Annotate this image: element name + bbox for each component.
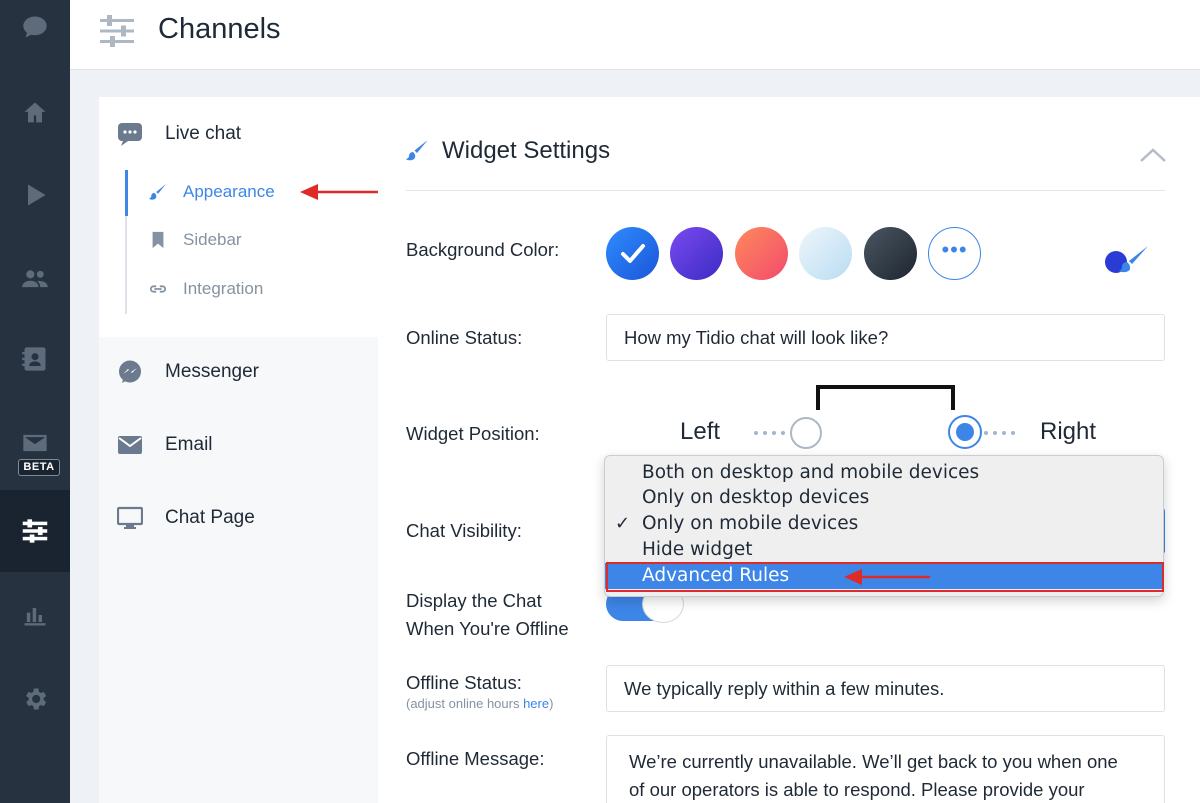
- app-rail: BETA: [0, 0, 70, 803]
- position-left-label: Left: [680, 418, 721, 445]
- nav-appearance-label: Appearance: [183, 182, 275, 201]
- offline-status-label-text: Offline Status:: [406, 672, 522, 693]
- annotation-arrow: [844, 569, 930, 585]
- offline-status-input[interactable]: We typically reply within a few minutes.: [606, 665, 1165, 712]
- swatch-light-blue[interactable]: [799, 227, 852, 280]
- check-icon: [621, 244, 645, 263]
- monitor-icon: [117, 506, 143, 529]
- play-icon[interactable]: [0, 154, 70, 236]
- section-title: Widget Settings: [442, 137, 611, 164]
- check-icon: ✓: [615, 513, 631, 534]
- envelope-icon: [118, 436, 142, 454]
- nav-email-label: Email: [165, 434, 213, 455]
- offline-hours-hint: (adjust online hours here): [406, 697, 553, 711]
- divider: [406, 190, 1165, 191]
- nav-live-chat[interactable]: Live chat: [117, 121, 241, 147]
- widget-settings-panel: Widget Settings Background Color: ••• On…: [378, 97, 1200, 803]
- dropdown-option-mobile[interactable]: ✓ Only on mobile devices: [605, 511, 1163, 537]
- brush-icon: [406, 141, 427, 161]
- dropdown-option-both[interactable]: Both on desktop and mobile devices: [605, 460, 1163, 486]
- custom-color-brush-icon[interactable]: [1102, 242, 1152, 278]
- visitors-icon[interactable]: [0, 238, 70, 320]
- radio-dot: [956, 423, 974, 441]
- nav-messenger-label: Messenger: [165, 361, 259, 382]
- offline-message-line1: We’re currently unavailable. We’ll get b…: [629, 751, 1118, 772]
- offline-hours-hint-text: (adjust online hours: [406, 696, 524, 711]
- dropdown-option-desktop[interactable]: Only on desktop devices: [605, 485, 1163, 511]
- offline-message-label: Offline Message:: [406, 748, 545, 769]
- widget-position-label: Widget Position:: [406, 423, 540, 444]
- swatch-blue[interactable]: [606, 227, 659, 280]
- section-header: Widget Settings: [406, 137, 610, 165]
- online-status-input[interactable]: How my Tidio chat will look like?: [606, 314, 1165, 361]
- nav-integration-label: Integration: [183, 279, 264, 298]
- display-offline-label: Display the Chat When You're Offline: [406, 587, 569, 643]
- swatch-purple[interactable]: [670, 227, 723, 280]
- subnav-active-indicator: [125, 170, 128, 216]
- chevron-up-icon[interactable]: [1138, 141, 1168, 171]
- position-right-label: Right: [1040, 418, 1097, 445]
- home-icon[interactable]: [0, 72, 70, 154]
- offline-message-line2: of our operators is able to respond. Ple…: [629, 779, 1085, 800]
- annotation-arrow: [300, 184, 382, 200]
- nav-messenger[interactable]: Messenger: [117, 359, 259, 385]
- background-color-label: Background Color:: [406, 239, 560, 260]
- dropdown-option-mobile-label: Only on mobile devices: [642, 513, 859, 534]
- chat-bubble-icon: [118, 123, 142, 146]
- display-offline-label-line1: Display the Chat: [406, 590, 542, 611]
- offline-hours-hint-end: ): [549, 696, 554, 711]
- messenger-icon: [119, 360, 141, 383]
- nav-integration[interactable]: Integration: [149, 279, 263, 299]
- online-status-label: Online Status:: [406, 327, 523, 348]
- widget-position-diagram: [754, 385, 1015, 435]
- contacts-icon[interactable]: [0, 318, 70, 400]
- dropdown-option-hide[interactable]: Hide widget: [605, 537, 1163, 563]
- nav-live-chat-label: Live chat: [165, 123, 242, 144]
- top-header: Channels: [70, 0, 1200, 70]
- nav-sidebar[interactable]: Sidebar: [149, 230, 242, 250]
- nav-appearance[interactable]: Appearance: [149, 182, 275, 202]
- analytics-icon[interactable]: [0, 574, 70, 656]
- offline-message-textarea[interactable]: We’re currently unavailable. We’ll get b…: [606, 735, 1165, 803]
- swatch-coral[interactable]: [735, 227, 788, 280]
- chat-bubble-icon[interactable]: [0, 0, 70, 68]
- position-left-radio[interactable]: [790, 417, 822, 449]
- offline-status-label: Offline Status: (adjust online hours her…: [406, 669, 553, 711]
- display-offline-label-line2: When You're Offline: [406, 618, 569, 639]
- link-icon: [149, 285, 167, 293]
- nav-sidebar-label: Sidebar: [183, 230, 242, 249]
- more-colors-button[interactable]: •••: [928, 227, 981, 280]
- channels-sliders-icon: [100, 15, 134, 47]
- page-title: Channels: [158, 13, 281, 45]
- nav-chat-page-label: Chat Page: [165, 507, 255, 528]
- settings-gear-icon[interactable]: [0, 658, 70, 740]
- nav-chat-page[interactable]: Chat Page: [117, 505, 255, 531]
- chat-visibility-label: Chat Visibility:: [406, 520, 522, 541]
- position-right-radio[interactable]: [948, 415, 982, 449]
- swatch-dark[interactable]: [864, 227, 917, 280]
- online-hours-link[interactable]: here: [523, 696, 549, 711]
- ellipsis-icon: •••: [941, 236, 968, 262]
- beta-badge: BETA: [18, 459, 60, 476]
- channels-sliders-icon[interactable]: [0, 490, 70, 572]
- bookmark-icon: [152, 231, 164, 249]
- brush-icon: [149, 183, 167, 200]
- nav-email[interactable]: Email: [117, 432, 213, 458]
